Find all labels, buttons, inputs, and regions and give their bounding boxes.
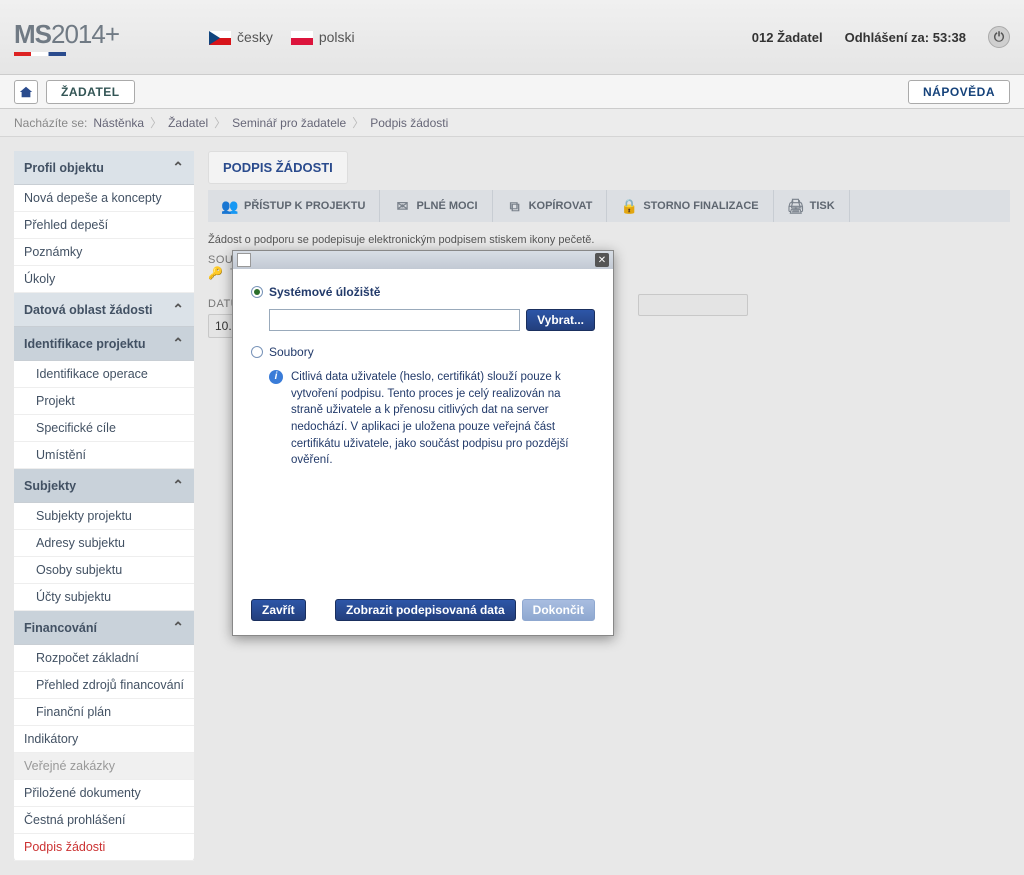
chevron-up-icon: ⌃ — [172, 619, 184, 636]
sidebar-section-ident[interactable]: Identifikace projektu⌃ — [14, 327, 194, 361]
chevron-up-icon: ⌃ — [172, 159, 184, 176]
modal-titlebar: ✕ — [233, 251, 613, 269]
toolbar-powers[interactable]: ✉PLNÉ MOCI — [380, 190, 492, 222]
action-toolbar: 👥PŘÍSTUP K PROJEKTU ✉PLNÉ MOCI ⧉KOPÍROVA… — [208, 190, 1010, 222]
close-button[interactable]: Zavřít — [251, 599, 306, 621]
top-bar: ŽADATEL NÁPOVĚDA — [0, 75, 1024, 109]
sidebar-item[interactable]: Osoby subjektu — [14, 557, 194, 584]
sidebar-item[interactable]: Umístění — [14, 442, 194, 469]
sidebar-item[interactable]: Rozpočet základní — [14, 645, 194, 672]
sidebar-section-subj[interactable]: Subjekty⌃ — [14, 469, 194, 503]
certificate-path-input[interactable] — [269, 309, 520, 331]
toolbar-access[interactable]: 👥PŘÍSTUP K PROJEKTU — [208, 190, 380, 222]
user-label: 012 Žadatel — [752, 30, 823, 45]
radio-unselected-icon — [251, 346, 263, 358]
sidebar-item[interactable]: Specifické cíle — [14, 415, 194, 442]
breadcrumb-prefix: Nacházíte se: — [14, 116, 87, 130]
lang-polish[interactable]: polski — [291, 29, 355, 45]
show-data-button[interactable]: Zobrazit podepisovaná data — [335, 599, 516, 621]
sidebar-item[interactable]: Projekt — [14, 388, 194, 415]
toolbar-copy[interactable]: ⧉KOPÍROVAT — [493, 190, 608, 222]
breadcrumb-item[interactable]: Nástěnka — [93, 116, 144, 130]
logout-timer: Odhlášení za: 53:38 — [845, 30, 966, 45]
toolbar-print[interactable]: 🖨TISK — [774, 190, 850, 222]
sidebar: Profil objektu⌃ Nová depeše a koncepty P… — [14, 151, 194, 861]
sidebar-item-active[interactable]: Podpis žádosti — [14, 834, 194, 861]
sidebar-section-profile[interactable]: Profil objektu⌃ — [14, 151, 194, 185]
breadcrumb-item[interactable]: Podpis žádosti — [370, 116, 448, 130]
radio-selected-icon — [251, 286, 263, 298]
breadcrumb-item[interactable]: Žadatel — [168, 116, 208, 130]
radio-system-storage[interactable]: Systémové úložiště — [251, 285, 595, 299]
people-icon: 👥 — [222, 198, 238, 214]
chevron-up-icon: ⌃ — [172, 335, 184, 352]
sidebar-item[interactable]: Čestná prohlášení — [14, 807, 194, 834]
chevron-up-icon: ⌃ — [172, 301, 184, 318]
power-button[interactable]: ⏻ — [988, 26, 1010, 48]
copy-icon: ⧉ — [507, 198, 523, 214]
sidebar-item[interactable]: Nová depeše a koncepty — [14, 185, 194, 212]
sidebar-item[interactable]: Adresy subjektu — [14, 530, 194, 557]
finish-button[interactable]: Dokončit — [522, 599, 595, 621]
sidebar-item[interactable]: Přehled depeší — [14, 212, 194, 239]
mail-icon: ✉ — [394, 198, 410, 214]
title-bar: MS2014+ česky polski 012 Žadatel Odhláše… — [0, 0, 1024, 75]
sidebar-item[interactable]: Úkoly — [14, 266, 194, 293]
toolbar-cancel-final[interactable]: 🔒STORNO FINALIZACE — [607, 190, 773, 222]
sidebar-section-data[interactable]: Datová oblast žádosti⌃ — [14, 293, 194, 327]
browse-button[interactable]: Vybrat... — [526, 309, 595, 331]
breadcrumb-item[interactable]: Seminář pro žadatele — [232, 116, 346, 130]
radio-files[interactable]: Soubory — [251, 345, 595, 359]
home-button[interactable] — [14, 80, 38, 104]
flag-pl-icon — [291, 31, 313, 45]
window-icon — [237, 253, 251, 267]
info-text: Citlivá data uživatele (heslo, certifiká… — [291, 369, 595, 469]
applicant-button[interactable]: ŽADATEL — [46, 80, 135, 104]
sidebar-item-disabled: Veřejné zakázky — [14, 753, 194, 780]
sidebar-section-fin[interactable]: Financování⌃ — [14, 611, 194, 645]
modal-close-button[interactable]: ✕ — [595, 253, 609, 267]
sidebar-item[interactable]: Finanční plán — [14, 699, 194, 726]
print-icon: 🖨 — [788, 198, 804, 214]
home-icon — [19, 85, 33, 99]
logo-underline — [14, 52, 66, 56]
sidebar-item[interactable]: Poznámky — [14, 239, 194, 266]
help-button[interactable]: NÁPOVĚDA — [908, 80, 1010, 104]
flag-cz-icon — [209, 31, 231, 45]
sidebar-item[interactable]: Indikátory — [14, 726, 194, 753]
sidebar-item[interactable]: Přiložené dokumenty — [14, 780, 194, 807]
app-logo: MS2014+ — [14, 19, 119, 50]
panel-title: PODPIS ŽÁDOSTI — [208, 151, 348, 184]
key-icon: 🔑 — [208, 266, 222, 280]
lock-icon: 🔒 — [621, 198, 637, 214]
sidebar-item[interactable]: Subjekty projektu — [14, 503, 194, 530]
sidebar-item[interactable]: Přehled zdrojů financování — [14, 672, 194, 699]
breadcrumb: Nacházíte se: Nástěnka〉 Žadatel〉 Seminář… — [0, 109, 1024, 137]
sidebar-item[interactable]: Identifikace operace — [14, 361, 194, 388]
signature-modal: ✕ Systémové úložiště Vybrat... Soubory i… — [232, 250, 614, 636]
signing-note: Žádost o podporu se podepisuje elektroni… — [208, 234, 1010, 246]
sidebar-item[interactable]: Účty subjektu — [14, 584, 194, 611]
chevron-up-icon: ⌃ — [172, 477, 184, 494]
info-icon: i — [269, 370, 283, 384]
readonly-field — [638, 294, 748, 316]
lang-czech[interactable]: česky — [209, 29, 273, 45]
